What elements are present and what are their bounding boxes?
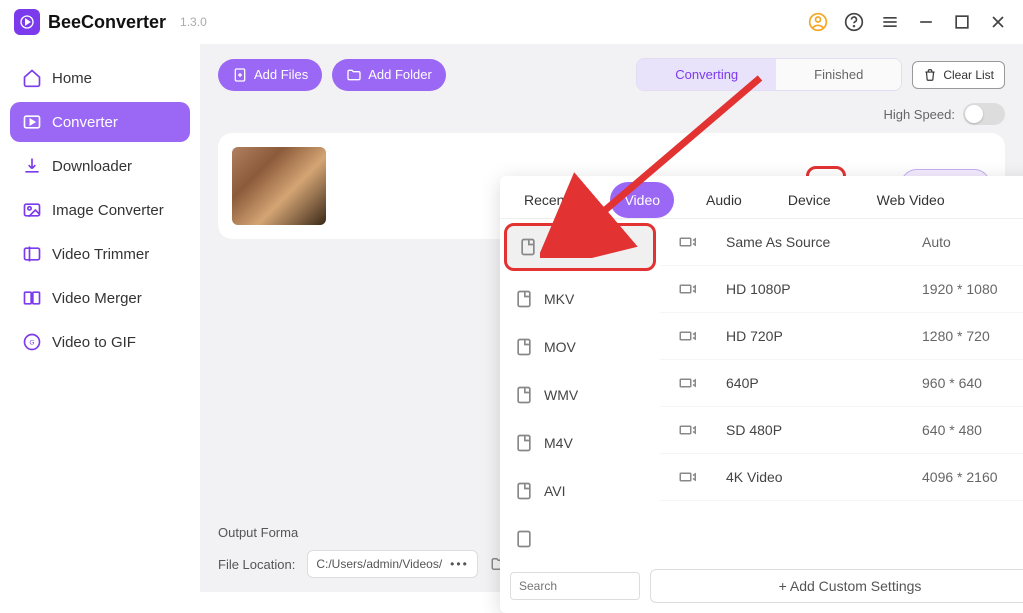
format-mkv[interactable]: MKV	[500, 275, 660, 323]
title-right	[807, 11, 1009, 33]
sidebar: Home Converter Downloader Image Converte…	[0, 44, 200, 592]
resolution-dim: 960 * 640	[922, 375, 1023, 391]
title-bar: BeeConverter 1.3.0	[0, 0, 1023, 44]
dropdown-footer: + Add Custom Settings	[500, 559, 1023, 613]
format-dropdown: Recently Video Audio Device Web Video MP…	[500, 176, 1023, 613]
main-panel: Add Files Add Folder Converting Finished…	[200, 44, 1023, 592]
format-mp4[interactable]: MP4	[504, 223, 656, 271]
resolution-name: 4K Video	[726, 469, 922, 485]
resolution-name: 640P	[726, 375, 922, 391]
sidebar-item-label: Image Converter	[52, 202, 164, 219]
menu-icon[interactable]	[879, 11, 901, 33]
resolution-row[interactable]: SD 480P640 * 480	[660, 407, 1023, 454]
format-more[interactable]	[500, 515, 660, 559]
sidebar-item-video-trimmer[interactable]: Video Trimmer	[10, 234, 190, 274]
clear-list-label: Clear List	[943, 68, 994, 82]
resolution-row[interactable]: HD 1080P1920 * 1080	[660, 266, 1023, 313]
file-path-box[interactable]: C:/Users/admin/Videos/ •••	[307, 550, 477, 578]
resolution-name: HD 1080P	[726, 281, 922, 297]
sidebar-item-image-converter[interactable]: Image Converter	[10, 190, 190, 230]
resolution-name: SD 480P	[726, 422, 922, 438]
resolution-dim: 1280 * 720	[922, 328, 1023, 344]
high-speed-label: High Speed:	[883, 107, 955, 122]
resolution-name: HD 720P	[726, 328, 922, 344]
sidebar-item-converter[interactable]: Converter	[10, 102, 190, 142]
app-version: 1.3.0	[180, 15, 207, 29]
status-tabs: Converting Finished	[636, 58, 902, 91]
format-avi[interactable]: AVI	[500, 467, 660, 515]
dd-tab-device[interactable]: Device	[774, 182, 845, 218]
resolution-name: Same As Source	[726, 234, 922, 250]
resolution-row[interactable]: 4K Video4096 * 2160	[660, 454, 1023, 501]
high-speed-toggle[interactable]	[963, 103, 1005, 125]
dd-tab-web-video[interactable]: Web Video	[863, 182, 959, 218]
help-icon[interactable]	[843, 11, 865, 33]
sidebar-item-label: Video Trimmer	[52, 246, 149, 263]
format-m4v[interactable]: M4V	[500, 419, 660, 467]
sidebar-item-home[interactable]: Home	[10, 58, 190, 98]
maximize-icon[interactable]	[951, 11, 973, 33]
add-custom-settings-button[interactable]: + Add Custom Settings	[650, 569, 1023, 603]
account-icon[interactable]	[807, 11, 829, 33]
dropdown-tabs: Recently Video Audio Device Web Video	[500, 176, 1023, 219]
format-label: M4V	[544, 435, 573, 451]
close-icon[interactable]	[987, 11, 1009, 33]
format-label: MOV	[544, 339, 576, 355]
tab-converting[interactable]: Converting	[637, 59, 776, 90]
resolution-dim: 640 * 480	[922, 422, 1023, 438]
file-path-text: C:/Users/admin/Videos/	[316, 557, 442, 571]
format-label: WMV	[544, 387, 578, 403]
sidebar-item-label: Video Merger	[52, 290, 142, 307]
svg-text:G: G	[29, 340, 34, 347]
format-label: MP4	[548, 239, 577, 255]
high-speed-row: High Speed:	[218, 103, 1005, 125]
more-icon[interactable]: •••	[450, 557, 469, 571]
format-list[interactable]: MP4 MKV MOV WMV M4V AVI	[500, 219, 660, 559]
format-search-input[interactable]	[510, 572, 640, 600]
video-thumbnail	[232, 147, 326, 225]
app-logo	[14, 9, 40, 35]
resolution-row[interactable]: 640P960 * 640	[660, 360, 1023, 407]
add-folder-label: Add Folder	[368, 67, 432, 82]
sidebar-item-label: Downloader	[52, 158, 132, 175]
add-files-label: Add Files	[254, 67, 308, 82]
resolution-dim: Auto	[922, 234, 1023, 250]
sidebar-item-label: Video to GIF	[52, 334, 136, 351]
output-format-label: Output Forma	[218, 525, 298, 540]
title-left: BeeConverter 1.3.0	[14, 9, 207, 35]
sidebar-item-downloader[interactable]: Downloader	[10, 146, 190, 186]
clear-list-button[interactable]: Clear List	[912, 61, 1005, 89]
dd-tab-recently[interactable]: Recently	[510, 182, 592, 218]
sidebar-item-video-merger[interactable]: Video Merger	[10, 278, 190, 318]
minimize-icon[interactable]	[915, 11, 937, 33]
tab-finished[interactable]: Finished	[776, 59, 901, 90]
add-files-button[interactable]: Add Files	[218, 59, 322, 91]
sidebar-item-label: Converter	[52, 114, 118, 131]
sidebar-item-video-to-gif[interactable]: G Video to GIF	[10, 322, 190, 362]
format-label: MKV	[544, 291, 574, 307]
resolution-list[interactable]: Same As SourceAuto HD 1080P1920 * 1080 H…	[660, 219, 1023, 559]
resolution-row[interactable]: HD 720P1280 * 720	[660, 313, 1023, 360]
dd-tab-audio[interactable]: Audio	[692, 182, 756, 218]
format-wmv[interactable]: WMV	[500, 371, 660, 419]
resolution-row[interactable]: Same As SourceAuto	[660, 219, 1023, 266]
add-folder-button[interactable]: Add Folder	[332, 59, 446, 91]
format-mov[interactable]: MOV	[500, 323, 660, 371]
app-name: BeeConverter	[48, 12, 166, 33]
dd-tab-video[interactable]: Video	[610, 182, 674, 218]
resolution-dim: 4096 * 2160	[922, 469, 1023, 485]
format-label: AVI	[544, 483, 566, 499]
sidebar-item-label: Home	[52, 70, 92, 87]
file-location-label: File Location:	[218, 557, 295, 572]
toolbar: Add Files Add Folder Converting Finished…	[218, 58, 1005, 91]
resolution-dim: 1920 * 1080	[922, 281, 1023, 297]
